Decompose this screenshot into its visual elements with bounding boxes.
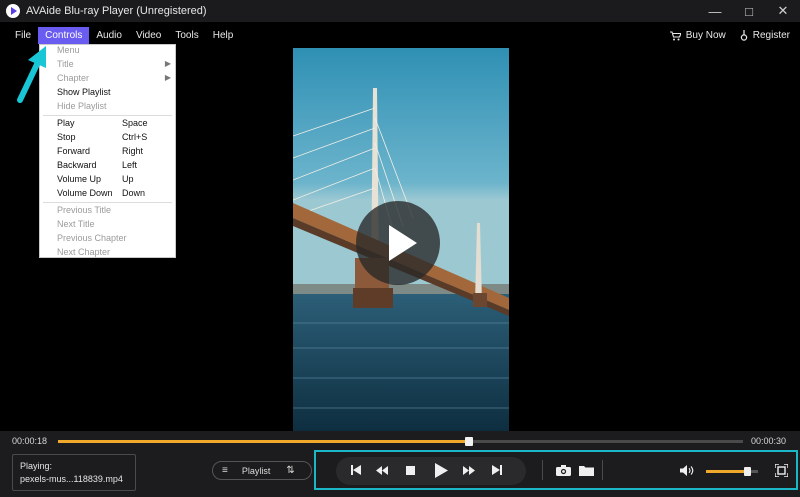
playback-controls xyxy=(314,450,798,490)
buy-now-button[interactable]: Buy Now xyxy=(669,30,726,41)
volume-icon[interactable] xyxy=(676,459,698,481)
submenu-arrow-icon: ▶ xyxy=(164,59,171,68)
menu-divider xyxy=(43,115,172,116)
snapshot-icon[interactable] xyxy=(552,459,574,481)
menu-item-play[interactable]: Play xyxy=(57,118,75,128)
window-controls: — □ ✕ xyxy=(698,0,800,22)
app-logo-icon xyxy=(6,4,20,18)
menu-item-stop[interactable]: Stop xyxy=(57,132,76,142)
menu-item-next-chapter: Next Chapter xyxy=(57,247,111,257)
buy-now-label: Buy Now xyxy=(685,30,726,41)
rewind-icon[interactable] xyxy=(371,459,393,481)
menu-item-chapter: Chapter xyxy=(57,73,90,83)
shortcut-backward: Left xyxy=(122,160,138,170)
current-time: 00:00:18 xyxy=(12,436,48,446)
shortcut-volume-up: Up xyxy=(122,174,134,184)
menu-file[interactable]: File xyxy=(8,27,38,44)
pointer-arrow-icon xyxy=(17,46,46,103)
menu-bar: File Controls Audio Video Tools Help Buy… xyxy=(0,27,800,44)
maximize-icon[interactable]: □ xyxy=(732,0,766,22)
menu-help[interactable]: Help xyxy=(206,27,241,44)
play-icon[interactable] xyxy=(430,459,452,481)
register-label: Register xyxy=(752,30,790,41)
menu-item-hide-playlist: Hide Playlist xyxy=(57,101,107,111)
volume-handle[interactable] xyxy=(743,467,751,476)
menu-item-show-playlist[interactable]: Show Playlist xyxy=(57,87,111,97)
menu-controls[interactable]: Controls xyxy=(38,27,90,44)
stop-icon[interactable] xyxy=(399,459,421,481)
menu-item-menu: Menu xyxy=(57,45,80,55)
folder-icon[interactable] xyxy=(575,459,597,481)
big-play-button[interactable] xyxy=(356,201,440,285)
playlist-toggle[interactable]: ≡ Playlist ⇅ xyxy=(212,461,312,480)
menu-divider xyxy=(43,202,172,203)
menu-item-volume-up[interactable]: Volume Up xyxy=(57,174,101,184)
title-bar: AVAide Blu-ray Player (Unregistered) — □… xyxy=(0,0,800,22)
volume-fill xyxy=(706,470,747,473)
shortcut-volume-down: Down xyxy=(122,188,146,198)
playlist-label: Playlist xyxy=(241,465,271,476)
volume-slider[interactable] xyxy=(706,467,758,476)
divider xyxy=(602,460,603,480)
playing-label: Playing: xyxy=(20,461,53,471)
menu-item-previous-chapter: Previous Chapter xyxy=(57,233,127,243)
menu-tools[interactable]: Tools xyxy=(168,27,205,44)
next-icon[interactable] xyxy=(486,459,508,481)
previous-icon[interactable] xyxy=(345,459,367,481)
playing-filename: pexels-mus...118839.mp4 xyxy=(20,474,123,484)
close-icon[interactable]: ✕ xyxy=(766,0,800,22)
divider xyxy=(542,460,543,480)
fast-forward-icon[interactable] xyxy=(458,459,480,481)
progress-fill xyxy=(58,440,469,443)
total-time: 00:00:30 xyxy=(751,436,787,446)
register-button[interactable]: Register xyxy=(740,30,790,41)
key-icon xyxy=(740,30,747,41)
menu-item-volume-down[interactable]: Volume Down xyxy=(57,188,113,198)
menu-item-backward[interactable]: Backward xyxy=(57,160,97,170)
shortcut-play: Space xyxy=(122,118,148,128)
submenu-arrow-icon: ▶ xyxy=(164,73,171,82)
now-playing-box: Playing: pexels-mus...118839.mp4 xyxy=(12,454,136,491)
menu-audio[interactable]: Audio xyxy=(89,27,129,44)
sort-icon[interactable]: ⇅ xyxy=(286,465,294,476)
window-title: AVAide Blu-ray Player (Unregistered) xyxy=(26,5,207,17)
menu-video[interactable]: Video xyxy=(129,27,168,44)
shortcut-forward: Right xyxy=(122,146,144,156)
cart-icon xyxy=(669,30,681,40)
menu-item-title: Title xyxy=(57,59,74,69)
progress-bar[interactable] xyxy=(58,437,743,446)
menu-item-next-title: Next Title xyxy=(57,219,95,229)
progress-handle[interactable] xyxy=(465,437,473,446)
minimize-icon[interactable]: — xyxy=(698,0,732,22)
menu-item-forward[interactable]: Forward xyxy=(57,146,90,156)
controls-menu: Menu Title ▶ Chapter ▶ Show Playlist Hid… xyxy=(39,44,176,258)
fullscreen-icon[interactable] xyxy=(770,459,792,481)
menu-item-previous-title: Previous Title xyxy=(57,205,112,215)
shortcut-stop: Ctrl+S xyxy=(122,132,148,142)
list-icon: ≡ xyxy=(222,465,228,476)
